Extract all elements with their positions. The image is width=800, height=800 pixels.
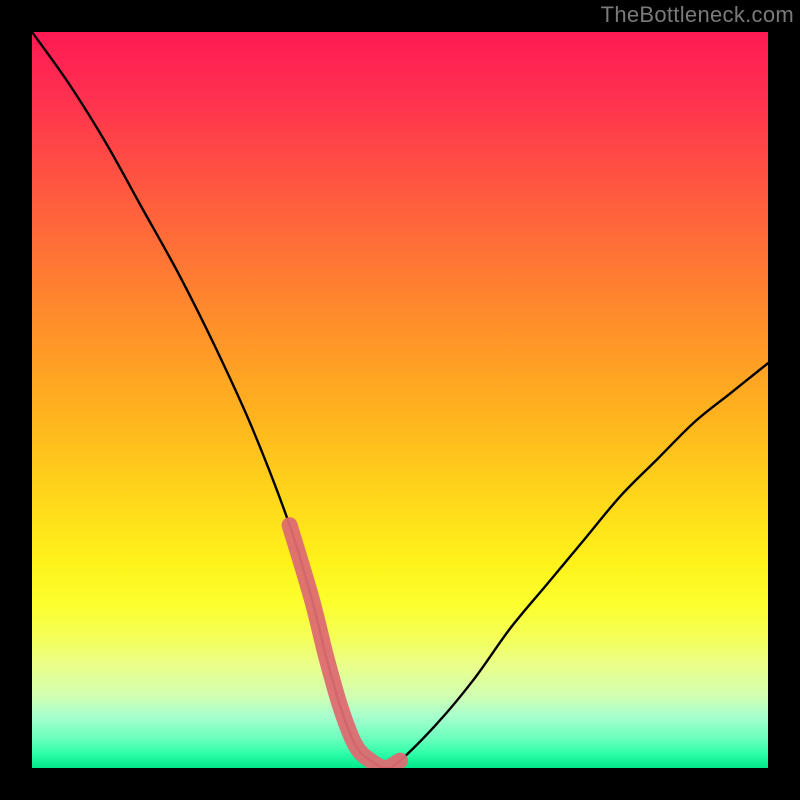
bottleneck-curve bbox=[32, 32, 768, 768]
bottleneck-curve-svg bbox=[32, 32, 768, 768]
valley-highlight bbox=[290, 525, 400, 768]
chart-frame: TheBottleneck.com bbox=[0, 0, 800, 800]
plot-area bbox=[32, 32, 768, 768]
watermark-text: TheBottleneck.com bbox=[601, 2, 794, 28]
